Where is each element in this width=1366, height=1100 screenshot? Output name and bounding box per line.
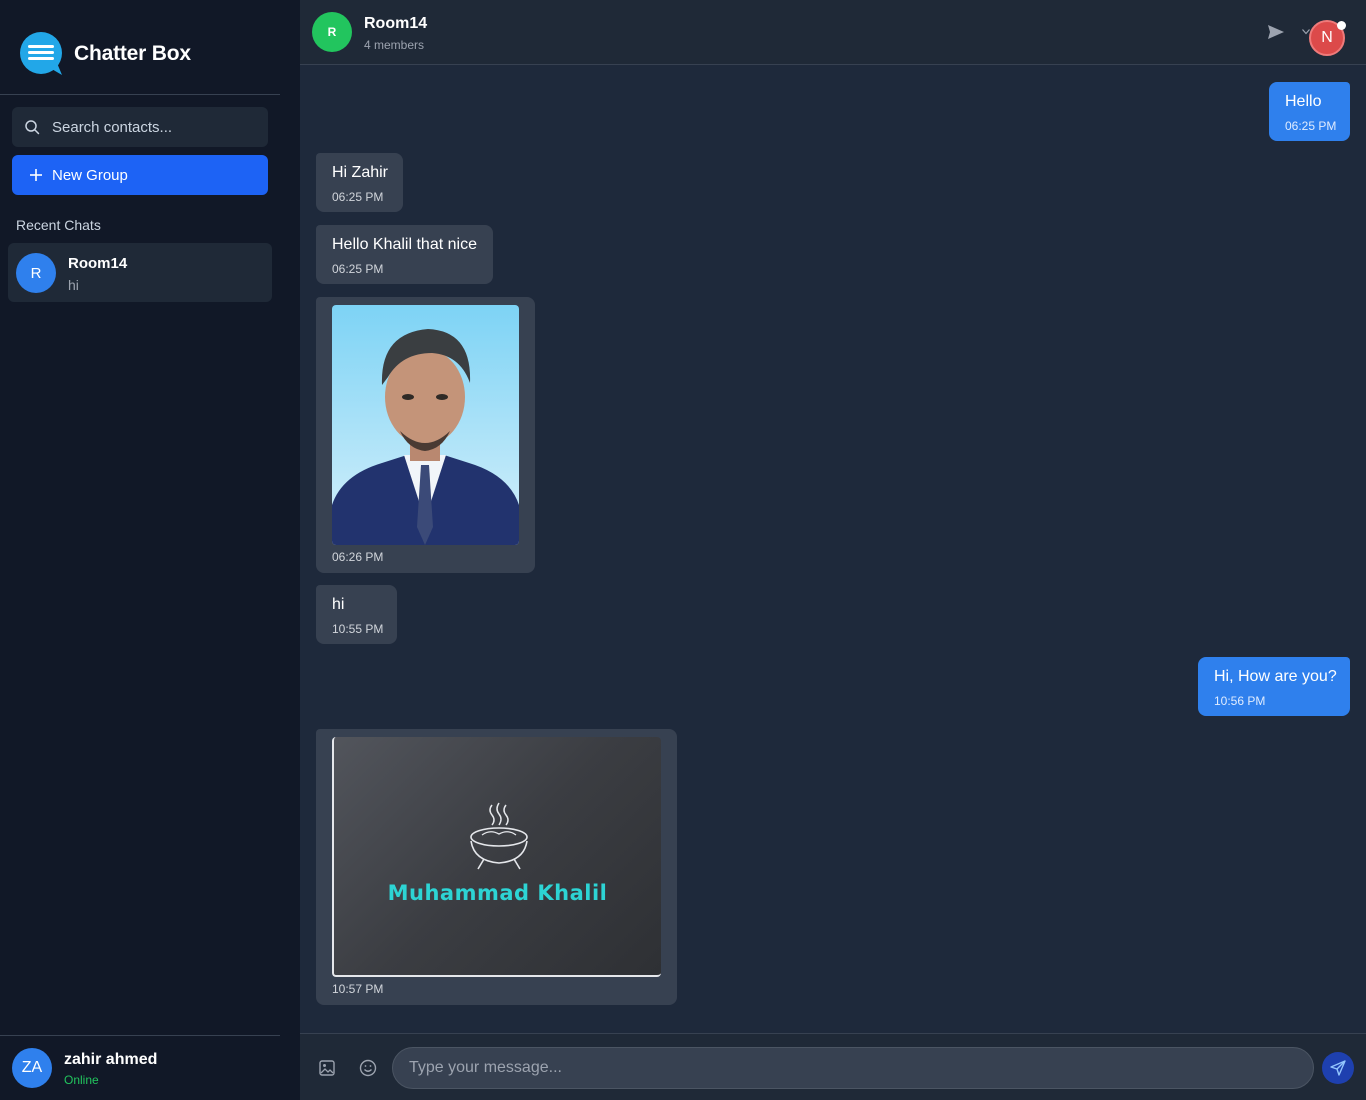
message-time: 10:56 PM bbox=[1214, 694, 1266, 708]
new-group-label: New Group bbox=[52, 166, 128, 184]
food-bowl-icon bbox=[470, 802, 528, 870]
message-time: 06:25 PM bbox=[332, 190, 384, 204]
sidebar-divider bbox=[0, 94, 280, 95]
room-name: Room14 bbox=[364, 15, 428, 32]
plus-icon bbox=[30, 169, 42, 181]
message-bubble-image: Muhammad Khalil 10:57 PM bbox=[316, 729, 677, 1005]
logo-image[interactable]: Muhammad Khalil bbox=[332, 737, 661, 977]
message-bubble-outgoing: Hi, How are you? 10:56 PM bbox=[1198, 657, 1350, 716]
message-time: 06:26 PM bbox=[332, 550, 384, 564]
message-text: Hi Zahir bbox=[332, 164, 389, 181]
brand: Chatter Box bbox=[20, 32, 191, 76]
message-composer bbox=[300, 1033, 1366, 1100]
emoji-icon[interactable] bbox=[359, 1059, 377, 1077]
message-time: 10:57 PM bbox=[332, 982, 384, 996]
message-text: Hello bbox=[1285, 93, 1322, 110]
message-list: Hello 06:25 PM Hi Zahir 06:25 PM Hello K… bbox=[300, 65, 1366, 1033]
recent-chats-heading: Recent Chats bbox=[16, 217, 101, 233]
message-text: hi bbox=[332, 596, 345, 613]
message-input[interactable] bbox=[392, 1047, 1314, 1089]
user-divider bbox=[0, 1035, 280, 1036]
current-user-status: Online bbox=[64, 1073, 99, 1087]
message-time: 06:25 PM bbox=[332, 262, 384, 276]
send-icon[interactable] bbox=[1267, 23, 1285, 41]
chat-header: R Room14 4 members N bbox=[300, 0, 1366, 65]
paper-plane-icon bbox=[1330, 1060, 1346, 1076]
message-time: 10:55 PM bbox=[332, 622, 384, 636]
current-user-avatar[interactable]: ZA bbox=[12, 1048, 52, 1088]
app-title: Chatter Box bbox=[74, 42, 191, 65]
portrait-photo[interactable] bbox=[332, 305, 519, 545]
logo-text: Muhammad Khalil bbox=[387, 881, 608, 905]
send-button[interactable] bbox=[1322, 1052, 1354, 1084]
message-text: Hi, How are you? bbox=[1214, 668, 1337, 685]
message-text: Hello Khalil that nice bbox=[332, 236, 477, 253]
notification-dot bbox=[1337, 21, 1346, 30]
room-members-count: 4 members bbox=[364, 38, 425, 52]
chat-logo-icon bbox=[20, 32, 64, 76]
image-attach-icon[interactable] bbox=[319, 1060, 335, 1076]
new-group-button[interactable]: New Group bbox=[12, 155, 268, 195]
message-bubble-outgoing: Hello 06:25 PM bbox=[1269, 82, 1350, 141]
chat-preview: hi bbox=[68, 277, 79, 293]
message-bubble-incoming: hi 10:55 PM bbox=[316, 585, 397, 644]
sidebar: Chatter Box New Group Recent Chats R Roo… bbox=[0, 0, 300, 1100]
message-bubble-incoming: Hi Zahir 06:25 PM bbox=[316, 153, 403, 212]
search-input[interactable] bbox=[52, 118, 252, 136]
search-icon bbox=[25, 120, 40, 135]
chat-name: Room14 bbox=[68, 255, 128, 272]
current-user-name: zahir ahmed bbox=[64, 1051, 158, 1068]
message-bubble-image: 06:26 PM bbox=[316, 297, 535, 573]
room-avatar: R bbox=[312, 12, 352, 52]
message-time: 06:25 PM bbox=[1285, 119, 1337, 133]
chat-item-room14[interactable]: R Room14 hi bbox=[8, 243, 272, 302]
message-bubble-incoming: Hello Khalil that nice 06:25 PM bbox=[316, 225, 493, 284]
chat-avatar: R bbox=[16, 253, 56, 293]
search-box[interactable] bbox=[12, 107, 268, 147]
